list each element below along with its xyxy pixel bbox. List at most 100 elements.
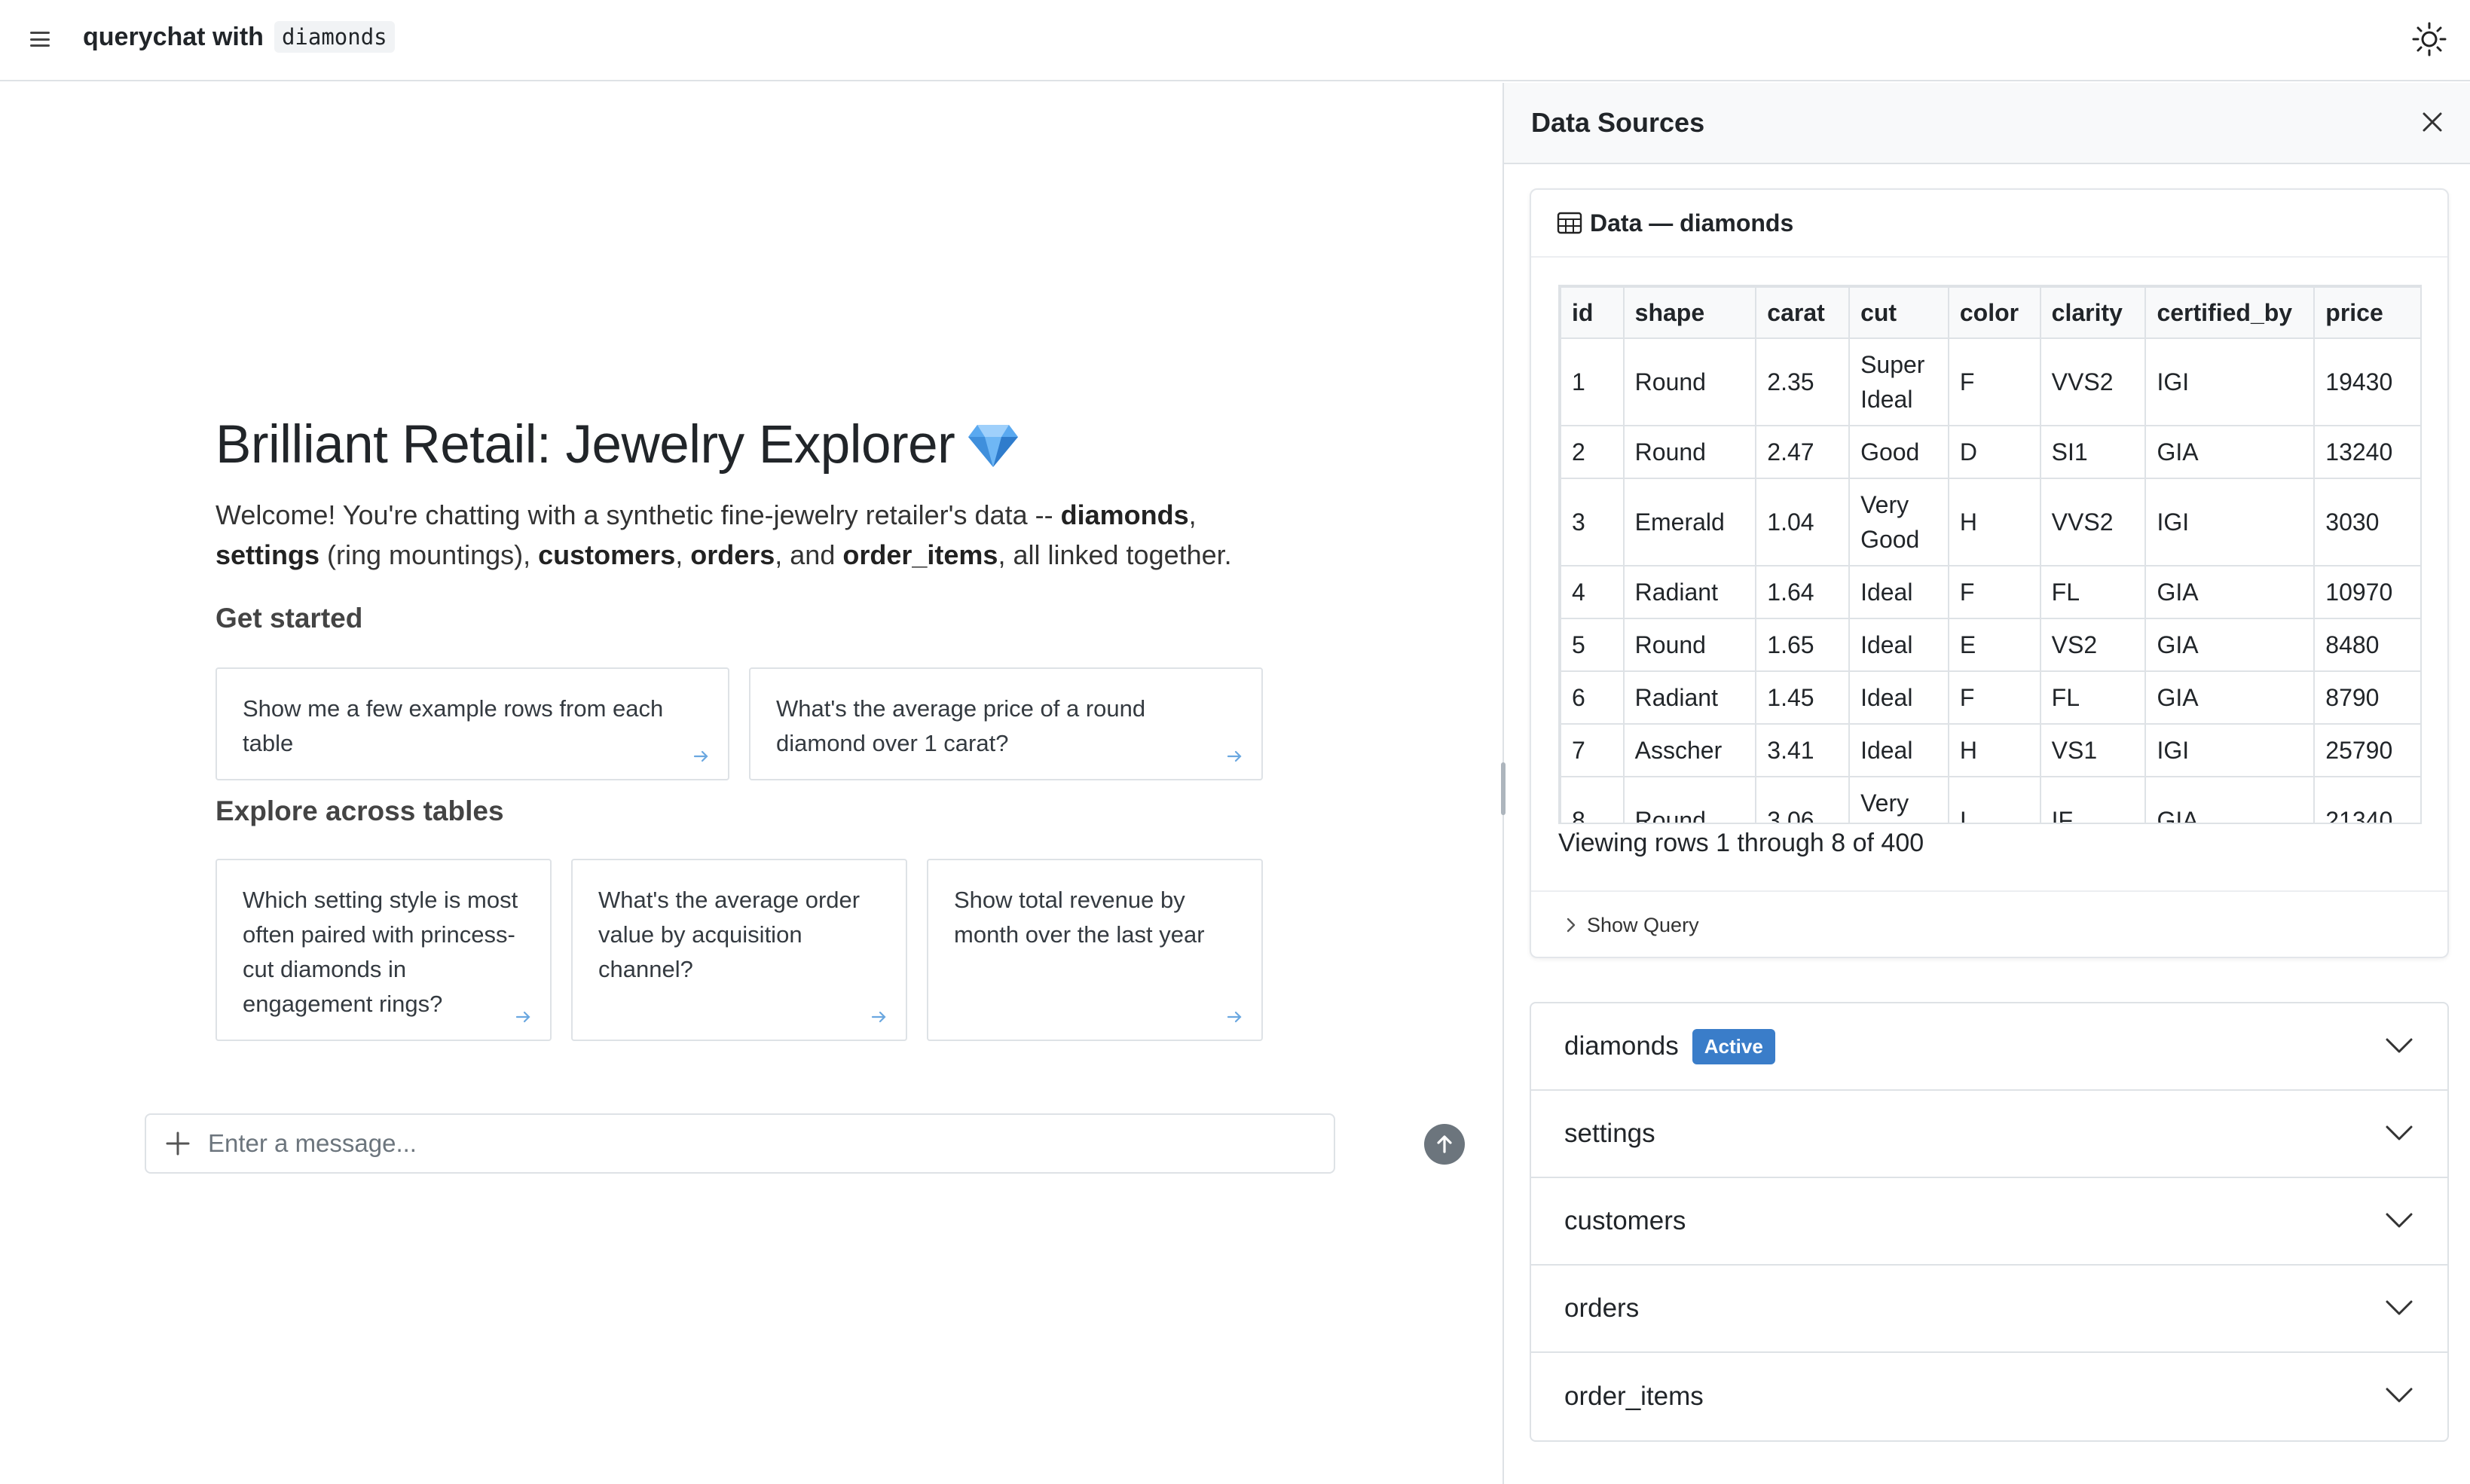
table-cell: 1.65 bbox=[1755, 618, 1851, 672]
table-row: 1 Round 2.35 Super Ideal F VVS2 IGI 1943… bbox=[1560, 337, 2420, 426]
source-name: customers bbox=[1564, 1206, 1686, 1235]
source-item-order-items[interactable]: order_items bbox=[1531, 1353, 2447, 1440]
table-cell: 3 bbox=[1560, 478, 1625, 566]
suggestion-card[interactable]: Show total revenue by month over the las… bbox=[927, 859, 1263, 1041]
table-row: 4 Radiant 1.64 Ideal F FL GIA 10970 bbox=[1560, 565, 2420, 619]
column-header[interactable]: certified_by bbox=[2144, 286, 2316, 339]
chat-area: Brilliant Retail: Jewelry Explorer Welco… bbox=[0, 83, 1502, 1484]
source-name: settings bbox=[1564, 1119, 1655, 1148]
source-item-settings[interactable]: settings bbox=[1531, 1091, 2447, 1178]
arrow-right-icon bbox=[871, 1011, 886, 1023]
chevron-right-icon bbox=[1567, 918, 1576, 933]
sun-icon[interactable] bbox=[2411, 21, 2447, 57]
suggestion-text: Show me a few example rows from each tab… bbox=[243, 695, 664, 756]
arrow-up-icon bbox=[1437, 1135, 1452, 1153]
table-cell: Emerald bbox=[1622, 478, 1757, 566]
table-cell: H bbox=[1947, 478, 2041, 566]
source-name: diamonds bbox=[1564, 1031, 1679, 1061]
sidebar-resize-handle[interactable] bbox=[1501, 762, 1506, 815]
intro-table-order-items: order_items bbox=[842, 539, 998, 570]
welcome-title-text: Brilliant Retail: Jewelry Explorer bbox=[216, 415, 955, 475]
message-input[interactable] bbox=[206, 1122, 1246, 1165]
table-row: 5 Round 1.65 Ideal E VS2 GIA 8480 bbox=[1560, 618, 2420, 672]
active-badge: Active bbox=[1692, 1028, 1775, 1064]
table-cell: GIA bbox=[2144, 425, 2316, 479]
plus-icon[interactable] bbox=[164, 1130, 191, 1157]
sidebar-body: Data — diamonds id shape carat cut color… bbox=[1504, 164, 2470, 1484]
table-cell: IGI bbox=[2144, 723, 2316, 777]
table-cell: Radiant bbox=[1622, 565, 1757, 619]
suggestion-card[interactable]: What's the average order value by acquis… bbox=[571, 859, 907, 1041]
source-item-orders[interactable]: orders bbox=[1531, 1266, 2447, 1353]
column-header[interactable]: shape bbox=[1622, 286, 1757, 339]
table-cell: VS1 bbox=[2039, 723, 2147, 777]
table-cell: 19430 bbox=[2313, 337, 2420, 426]
table-cell: 1.04 bbox=[1755, 478, 1851, 566]
table-cell: H bbox=[1947, 723, 2041, 777]
intro-text: (ring mountings), bbox=[319, 539, 539, 570]
table-cell: E bbox=[1947, 618, 2041, 672]
show-query-toggle[interactable]: Show Query bbox=[1531, 890, 2447, 958]
table-icon bbox=[1557, 212, 1582, 234]
table-cell: Super Ideal bbox=[1848, 337, 1949, 426]
intro-sep: , bbox=[1188, 499, 1197, 530]
column-header[interactable]: id bbox=[1560, 286, 1625, 339]
table-cell: I bbox=[1947, 776, 2041, 823]
sidebar-header: Data Sources bbox=[1504, 83, 2470, 164]
table-cell: F bbox=[1947, 670, 2041, 725]
column-header[interactable]: carat bbox=[1755, 286, 1851, 339]
table-cell: 5 bbox=[1560, 618, 1625, 672]
welcome-intro: Welcome! You're chatting with a syntheti… bbox=[216, 495, 1270, 575]
table-cell: 1.64 bbox=[1755, 565, 1851, 619]
table-row: 2 Round 2.47 Good D SI1 GIA 13240 bbox=[1560, 425, 2420, 479]
table-cell: 21340 bbox=[2313, 776, 2420, 823]
source-item-diamonds[interactable]: diamonds Active bbox=[1531, 1003, 2447, 1091]
arrow-right-icon bbox=[1227, 1011, 1242, 1023]
intro-table-settings: settings bbox=[216, 539, 320, 570]
column-header[interactable]: cut bbox=[1848, 286, 1949, 339]
table-cell: Ideal bbox=[1848, 723, 1949, 777]
data-card-header: Data — diamonds bbox=[1531, 190, 2447, 258]
table-cell: Ideal bbox=[1848, 565, 1949, 619]
suggestion-text: What's the average order value by acquis… bbox=[598, 887, 861, 982]
source-item-customers[interactable]: customers bbox=[1531, 1178, 2447, 1266]
suggestion-card[interactable]: Show me a few example rows from each tab… bbox=[216, 667, 729, 780]
table-cell: FL bbox=[2039, 565, 2147, 619]
table-cell: D bbox=[1947, 425, 2041, 479]
table-cell: Good bbox=[1848, 425, 1949, 479]
hamburger-menu-icon[interactable] bbox=[29, 29, 51, 50]
suggestion-card[interactable]: What's the average price of a round diam… bbox=[749, 667, 1263, 780]
table-cell: GIA bbox=[2144, 565, 2316, 619]
sidebar-title: Data Sources bbox=[1531, 107, 1705, 138]
source-name: order_items bbox=[1564, 1382, 1704, 1411]
explore-heading: Explore across tables bbox=[216, 795, 504, 826]
app-title-text: querychat with bbox=[83, 22, 264, 51]
suggestion-card[interactable]: Which setting style is most often paired… bbox=[216, 859, 552, 1041]
chevron-down-icon bbox=[2386, 1038, 2413, 1053]
send-button[interactable] bbox=[1424, 1124, 1465, 1165]
table-cell: VS2 bbox=[2039, 618, 2147, 672]
table-row: 6 Radiant 1.45 Ideal F FL GIA 8790 bbox=[1560, 670, 2420, 725]
chevron-down-icon bbox=[2386, 1125, 2413, 1140]
table-cell: Round bbox=[1622, 618, 1757, 672]
data-table-container[interactable]: id shape carat cut color clarity certifi… bbox=[1558, 285, 2422, 824]
table-cell: F bbox=[1947, 565, 2041, 619]
suggestion-text: Show total revenue by month over the las… bbox=[954, 887, 1205, 948]
table-cell: IGI bbox=[2144, 478, 2316, 566]
table-cell: 2.47 bbox=[1755, 425, 1851, 479]
chevron-down-icon bbox=[2386, 1300, 2413, 1315]
welcome-message: Brilliant Retail: Jewelry Explorer Welco… bbox=[216, 414, 1270, 575]
intro-table-customers: customers bbox=[538, 539, 676, 570]
show-query-label: Show Query bbox=[1587, 913, 1699, 936]
close-icon[interactable] bbox=[2419, 108, 2446, 136]
table-cell: GIA bbox=[2144, 776, 2316, 823]
table-row: 7 Asscher 3.41 Ideal H VS1 IGI 25790 bbox=[1560, 723, 2420, 777]
column-header[interactable]: price bbox=[2313, 286, 2420, 339]
intro-text: , all linked together. bbox=[998, 539, 1232, 570]
column-header[interactable]: clarity bbox=[2039, 286, 2147, 339]
table-row: 8 Round 3.06 Very Good I IF GIA 21340 bbox=[1560, 776, 2420, 823]
table-cell: 3030 bbox=[2313, 478, 2420, 566]
intro-table-orders: orders bbox=[690, 539, 775, 570]
table-header-row: id shape carat cut color clarity certifi… bbox=[1560, 286, 2420, 339]
column-header[interactable]: color bbox=[1947, 286, 2041, 339]
